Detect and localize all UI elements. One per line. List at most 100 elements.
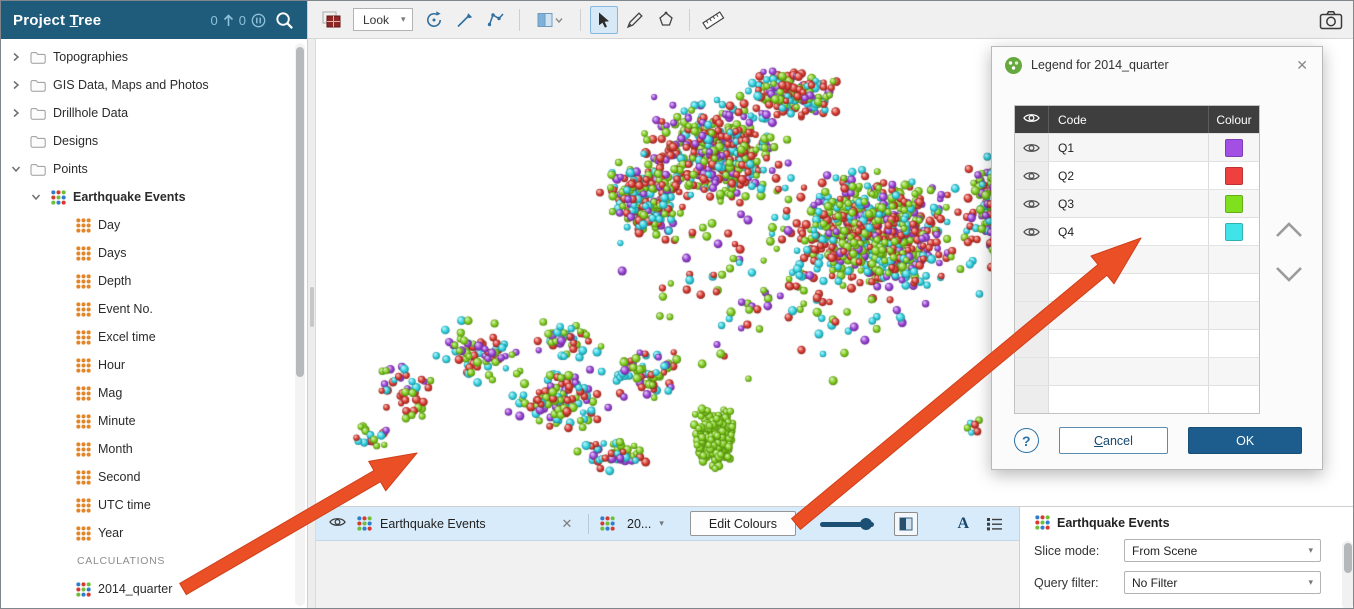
scene-text-button[interactable]: A: [957, 515, 969, 533]
colour-swatch[interactable]: [1225, 195, 1243, 213]
tree-item-earthquake-events[interactable]: Earthquake Events: [1, 183, 307, 211]
visibility-eye-icon[interactable]: [1015, 218, 1049, 245]
visibility-eye-icon[interactable]: [1015, 162, 1049, 189]
slider-knob[interactable]: [860, 518, 872, 530]
visibility-cell: [1015, 386, 1049, 413]
tree-item-hour[interactable]: Hour: [1, 351, 307, 379]
move-down-button[interactable]: [1272, 261, 1306, 287]
point-size-slider[interactable]: [820, 517, 874, 531]
legend-row-q1[interactable]: Q1: [1015, 133, 1259, 161]
tree-item-mag[interactable]: Mag: [1, 379, 307, 407]
legend-colour-cell[interactable]: [1209, 162, 1259, 189]
legend-row-q3[interactable]: Q3: [1015, 189, 1259, 217]
polyline-tool-button[interactable]: [482, 6, 510, 34]
legend-code-cell[interactable]: Q2: [1049, 162, 1209, 189]
scrollbar-thumb[interactable]: [296, 47, 304, 377]
shading-icon: [899, 517, 913, 531]
colour-option-dropdown[interactable]: 20... ▾: [623, 515, 668, 533]
tree-item-month[interactable]: Month: [1, 435, 307, 463]
chevron-right-icon[interactable]: [9, 78, 23, 92]
split-view-dropdown[interactable]: [529, 6, 571, 34]
tree-item-label: Mag: [98, 386, 122, 400]
visibility-eye-icon[interactable]: [1015, 190, 1049, 217]
tree-scrollbar[interactable]: [295, 43, 305, 606]
chevron-down-icon[interactable]: [9, 162, 23, 176]
chevron-down-icon[interactable]: [29, 190, 43, 204]
tree-item-drillhole-data[interactable]: Drillhole Data: [1, 99, 307, 127]
visibility-eye-icon[interactable]: [1015, 134, 1049, 161]
column-icon: [75, 498, 91, 513]
section-label: CALCULATIONS: [77, 555, 165, 567]
tree-item-topographies[interactable]: Topographies: [1, 43, 307, 71]
query-filter-dropdown[interactable]: No Filter ▾: [1124, 571, 1321, 594]
tree-item-depth[interactable]: Depth: [1, 267, 307, 295]
tree-item-points[interactable]: Points: [1, 155, 307, 183]
legend-row-q2[interactable]: Q2: [1015, 161, 1259, 189]
legend-dialog: Legend for 2014_quarter ✕ Code Colour Q1…: [991, 46, 1323, 470]
tree-item-day[interactable]: Day: [1, 211, 307, 239]
tree-item-designs[interactable]: Designs: [1, 127, 307, 155]
tree-item-gis-data-maps-and-photos[interactable]: GIS Data, Maps and Photos: [1, 71, 307, 99]
tree-item-2014-quarter[interactable]: 2014_quarter: [1, 575, 307, 603]
legend-list-button[interactable]: [983, 513, 1005, 535]
scrollbar-thumb[interactable]: [1344, 543, 1352, 573]
colour-swatch[interactable]: [1225, 223, 1243, 241]
slice-mode-value: From Scene: [1132, 544, 1197, 558]
draw-slice-line-button[interactable]: [451, 6, 479, 34]
polygon-tool-button[interactable]: [652, 6, 680, 34]
legend-colour-cell: [1209, 274, 1259, 301]
shape-list-row[interactable]: Earthquake Events ✕ 20... ▾ Edit Colours…: [316, 507, 1019, 541]
legend-code-cell: [1049, 274, 1209, 301]
edit-colours-button[interactable]: Edit Colours: [690, 511, 796, 536]
splitter-handle[interactable]: [310, 287, 314, 327]
slice-mode-label: Slice mode:: [1034, 544, 1124, 558]
help-button[interactable]: ?: [1014, 428, 1039, 453]
rotate-view-button[interactable]: [420, 6, 448, 34]
colour-swatch[interactable]: [1225, 139, 1243, 157]
legend-row-empty: [1015, 385, 1259, 413]
tree-item-minute[interactable]: Minute: [1, 407, 307, 435]
tree-item-excel-time[interactable]: Excel time: [1, 323, 307, 351]
dialog-close-icon[interactable]: ✕: [1294, 57, 1310, 74]
properties-scrollbar[interactable]: [1342, 541, 1353, 609]
tree-item-second[interactable]: Second: [1, 463, 307, 491]
look-dropdown[interactable]: Look ▾: [353, 8, 413, 31]
visibility-eye-icon[interactable]: [326, 513, 348, 535]
slice-display-button[interactable]: [318, 6, 346, 34]
move-up-button[interactable]: [1272, 217, 1306, 243]
remove-from-scene-icon[interactable]: ✕: [556, 516, 578, 532]
point-shading-toggle[interactable]: [894, 512, 918, 536]
tree-item-days[interactable]: Days: [1, 239, 307, 267]
tree-item-label: Points: [53, 162, 88, 176]
legend-colour-cell[interactable]: [1209, 218, 1259, 245]
legend-colour-cell: [1209, 358, 1259, 385]
legend-code-cell[interactable]: Q4: [1049, 218, 1209, 245]
legend-code-cell: [1049, 386, 1209, 413]
search-icon[interactable]: [274, 10, 295, 31]
panel-splitter[interactable]: [308, 39, 316, 609]
legend-code-cell[interactable]: Q1: [1049, 134, 1209, 161]
legend-code-cell[interactable]: Q3: [1049, 190, 1209, 217]
select-cursor-icon: [595, 11, 613, 29]
legend-colour-cell[interactable]: [1209, 190, 1259, 217]
legend-colour-cell[interactable]: [1209, 134, 1259, 161]
tree-item-utc-time[interactable]: UTC time: [1, 491, 307, 519]
visibility-cell: [1015, 302, 1049, 329]
camera-button[interactable]: [1317, 6, 1345, 34]
chevron-right-icon[interactable]: [9, 50, 23, 64]
tree-item-event-no[interactable]: Event No.: [1, 295, 307, 323]
look-dropdown-value: Look: [363, 13, 389, 27]
cancel-button[interactable]: Cancel: [1059, 427, 1169, 454]
legend-row-q4[interactable]: Q4: [1015, 217, 1259, 245]
visibility-cell: [1015, 274, 1049, 301]
dialog-titlebar[interactable]: Legend for 2014_quarter ✕: [992, 47, 1322, 83]
chevron-right-icon[interactable]: [9, 106, 23, 120]
ok-button[interactable]: OK: [1188, 427, 1302, 454]
select-tool-button[interactable]: [590, 6, 618, 34]
tree-item-year[interactable]: Year: [1, 519, 307, 547]
column-icon: [75, 386, 91, 401]
ruler-button[interactable]: [699, 6, 727, 34]
colour-swatch[interactable]: [1225, 167, 1243, 185]
draw-polyline-button[interactable]: [621, 6, 649, 34]
slice-mode-dropdown[interactable]: From Scene ▾: [1124, 539, 1321, 562]
